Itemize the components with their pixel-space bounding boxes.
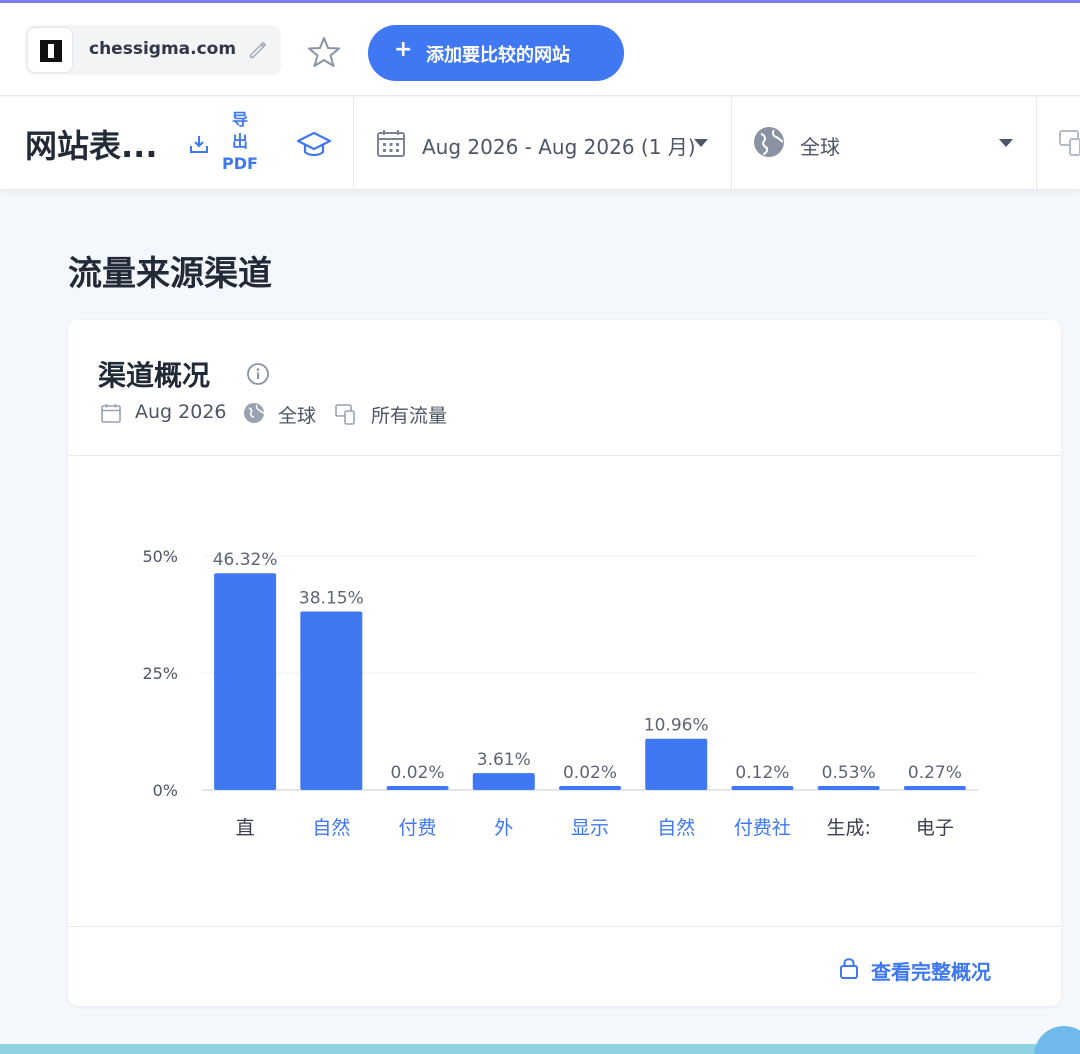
sub-toolbar: 网站表... 导 出 PDF Aug 2026 - Aug 2026 (1 月)… — [0, 97, 1080, 189]
channel-overview-card: 渠道概况 Aug 2026 全球 所有流量 0% 25% 50% 46.32% 直 38.… — [68, 320, 1061, 1006]
site-chip[interactable]: chessigma.com — [25, 25, 281, 75]
export-label-1: 导 — [231, 110, 248, 129]
traffic-type-icon[interactable] — [1058, 127, 1080, 159]
view-full-overview-label: 查看完整概况 — [871, 960, 991, 984]
pencil-icon[interactable] — [247, 39, 269, 61]
category-label: 自然 — [657, 817, 695, 839]
card-divider — [68, 455, 1061, 456]
category-label: 自然 — [312, 817, 350, 839]
chart-bar — [645, 738, 708, 790]
data-label: 0.12% — [735, 763, 789, 783]
graduation-cap-icon[interactable] — [296, 130, 332, 158]
y-tick-label: 0% — [153, 781, 178, 800]
download-icon[interactable] — [188, 133, 210, 155]
card-title: 渠道概况 — [98, 359, 211, 392]
globe-icon — [754, 127, 784, 157]
card-divider — [68, 926, 1061, 927]
chevron-down-icon[interactable] — [999, 139, 1013, 147]
category-label: 付费 — [399, 817, 437, 839]
data-label: 10.96% — [644, 716, 709, 736]
data-label: 38.15% — [299, 588, 364, 608]
traffic-type-icon — [335, 404, 355, 425]
calendar-icon — [377, 130, 405, 157]
data-label: 46.32% — [213, 550, 278, 570]
category-label: 显示 — [571, 817, 609, 839]
data-label: 3.61% — [477, 750, 531, 770]
channel-bar-chart: 0% 25% 50% 46.32% 直 38.15% 自然 0.02% 付费 3.61% 外 0.02… — [142, 547, 978, 839]
chart-bar — [817, 786, 880, 790]
bottom-strip — [0, 1044, 1080, 1054]
data-label: 0.53% — [822, 763, 876, 783]
meta-traffic: 所有流量 — [371, 405, 448, 427]
category-label: 付费社 — [734, 817, 791, 839]
info-icon[interactable] — [246, 362, 270, 386]
y-tick-label: 25% — [142, 664, 178, 683]
data-label: 0.02% — [391, 763, 445, 783]
add-compare-site-button[interactable]: + 添加要比较的网站 — [368, 25, 624, 81]
page-title: 网站表... — [25, 127, 158, 165]
site-name: chessigma.com — [89, 39, 237, 59]
divider — [353, 97, 354, 189]
chart-bar — [903, 786, 966, 790]
meta-date: Aug 2026 — [135, 401, 227, 423]
chart-bar — [559, 786, 621, 790]
globe-icon — [244, 403, 265, 423]
category-label: 直 — [236, 817, 255, 839]
chart-bar — [386, 786, 449, 790]
top-bar: chessigma.com + 添加要比较的网站 — [0, 3, 1080, 96]
data-label: 0.02% — [563, 763, 617, 783]
chart-bar — [300, 611, 363, 790]
date-range-dropdown[interactable]: Aug 2026 - Aug 2026 (1 月) — [422, 131, 696, 160]
calendar-icon — [101, 404, 121, 423]
export-pdf-button[interactable]: 导 出 PDF — [216, 109, 264, 175]
data-label: 0.27% — [908, 763, 962, 783]
chat-bubble-icon[interactable] — [1034, 1026, 1080, 1054]
chess-logo-icon — [40, 40, 62, 62]
meta-region: 全球 — [278, 405, 317, 427]
chevron-down-icon[interactable] — [694, 139, 708, 147]
category-label: 生成: — [826, 817, 870, 839]
chart-bar — [472, 773, 535, 790]
section-title: 流量来源渠道 — [68, 254, 272, 294]
category-label: 外 — [494, 817, 513, 839]
site-favicon — [27, 27, 73, 73]
divider — [731, 97, 732, 189]
export-label-2: 出 — [231, 132, 248, 151]
chart-bar — [214, 573, 277, 790]
star-icon[interactable] — [306, 34, 342, 70]
add-compare-site-label: 添加要比较的网站 — [426, 45, 570, 66]
export-label-3: PDF — [222, 154, 258, 173]
category-label: 电子 — [916, 817, 954, 839]
divider — [1036, 97, 1037, 189]
region-dropdown[interactable]: 全球 — [800, 131, 840, 160]
plus-icon: + — [394, 37, 413, 62]
lock-icon — [840, 958, 858, 979]
chart-bar — [731, 786, 794, 790]
y-tick-label: 50% — [142, 547, 178, 566]
